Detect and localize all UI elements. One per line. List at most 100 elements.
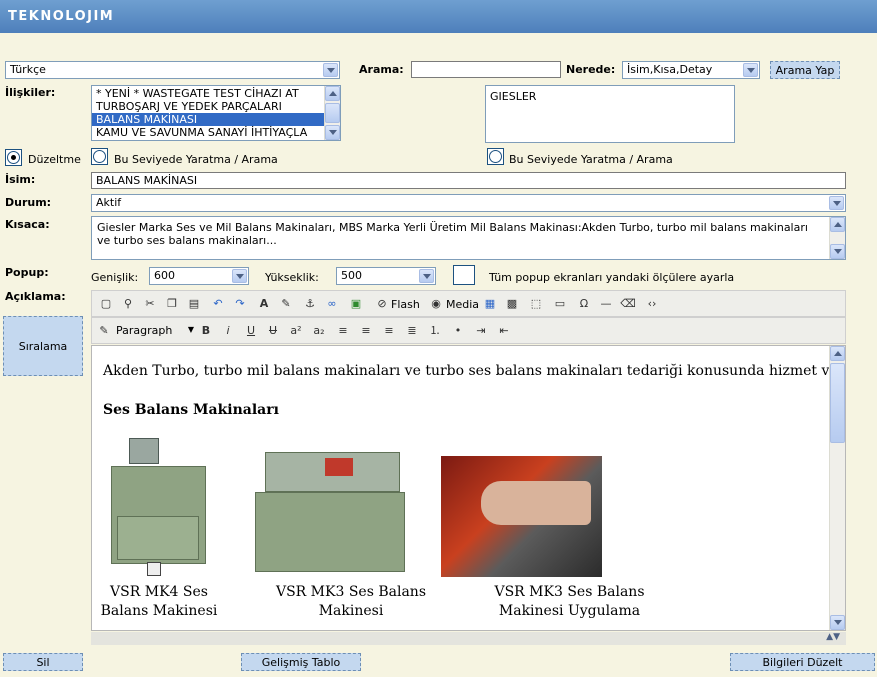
undo-icon[interactable]: ↶ — [210, 296, 226, 312]
code-icon[interactable]: ‹› — [644, 296, 660, 312]
popup-height-select[interactable]: 500 — [336, 267, 436, 285]
scroll-down-icon[interactable] — [325, 125, 340, 140]
list-item[interactable]: * YENİ * WASTEGATE TEST CİHAZI AT — [92, 87, 340, 100]
machine-image-mk3[interactable] — [255, 452, 405, 577]
language-select[interactable]: Türkçe — [5, 61, 340, 79]
source-icon[interactable]: ▢ — [98, 296, 114, 312]
chevron-down-icon[interactable] — [323, 63, 338, 77]
radio-icon[interactable] — [93, 150, 106, 163]
relations-listbox[interactable]: * YENİ * WASTEGATE TEST CİHAZI AT TURBOŞ… — [91, 85, 341, 141]
edit-icon[interactable]: ✎ — [96, 323, 112, 339]
table-props-icon[interactable]: ▩ — [504, 296, 520, 312]
subscript-icon[interactable]: a₂ — [311, 323, 327, 339]
save-info-button[interactable]: Bilgileri Düzelt — [730, 653, 875, 671]
highlight-icon[interactable]: ✎ — [278, 296, 294, 312]
scroll-thumb[interactable] — [830, 363, 845, 443]
strikethrough-icon[interactable]: U — [265, 323, 281, 339]
special-char-icon[interactable]: Ω — [576, 296, 592, 312]
outdent-icon[interactable]: ⇤ — [496, 323, 512, 339]
duzeltme-radio-frame[interactable] — [5, 149, 22, 166]
related-items-box[interactable]: GIESLER — [485, 85, 735, 143]
align-right-icon[interactable]: ≡ — [381, 323, 397, 339]
scroll-down-icon[interactable] — [830, 244, 845, 259]
scroll-up-icon[interactable] — [830, 217, 845, 232]
status-select[interactable]: Aktif — [91, 194, 846, 212]
redo-icon[interactable]: ↷ — [232, 296, 248, 312]
scroll-down-icon[interactable] — [830, 615, 845, 630]
name-field[interactable]: BALANS MAKİNASI — [91, 172, 846, 189]
delete-button[interactable]: Sil — [3, 653, 83, 671]
numbered-list-icon[interactable]: ⒈ — [427, 323, 443, 339]
anchor-icon[interactable]: ⚓ — [302, 296, 318, 312]
resize-icon[interactable]: ▲▼ — [826, 632, 840, 642]
caption-mk3-application[interactable]: VSR MK3 Ses Balans Makinesi Uygulama — [462, 583, 677, 621]
image-icon[interactable]: ▣ — [348, 296, 364, 312]
popup-all-checkbox[interactable] — [453, 265, 475, 285]
find-icon[interactable]: ⚲ — [120, 296, 136, 312]
relations-scrollbar[interactable] — [324, 86, 340, 140]
chevron-down-icon[interactable]: ▼ — [188, 325, 194, 334]
summary-text[interactable]: Giesler Marka Ses ve Mil Balans Makinala… — [92, 217, 845, 247]
superscript-icon[interactable]: a² — [288, 323, 304, 339]
rich-text-editor[interactable]: Akden Turbo, turbo mil balans makinaları… — [91, 345, 846, 631]
machine-image-mk4[interactable] — [107, 438, 207, 578]
create-here-radio-right[interactable] — [487, 148, 504, 165]
radio-selected-icon[interactable] — [7, 151, 20, 164]
machine-application-photo[interactable] — [441, 456, 602, 577]
create-here-radio-left[interactable] — [91, 148, 108, 165]
caption-mk3[interactable]: VSR MK3 Ses Balans Makinesi — [272, 583, 430, 621]
align-justify-icon[interactable]: ≣ — [404, 323, 420, 339]
advanced-table-button[interactable]: Gelişmiş Tablo — [241, 653, 361, 671]
editor-heading[interactable]: Ses Balans Makinaları — [103, 402, 279, 418]
editor-scrollbar[interactable] — [829, 346, 845, 630]
scroll-thumb[interactable] — [325, 103, 340, 123]
flash-icon[interactable]: ⊘ — [374, 296, 390, 312]
search-scope-select[interactable]: İsim,Kısa,Detay — [622, 61, 760, 79]
related-item[interactable]: GIESLER — [490, 90, 730, 103]
chevron-down-icon[interactable] — [743, 63, 758, 77]
popup-width-select[interactable]: 600 — [149, 267, 249, 285]
table-icon[interactable]: ▦ — [482, 296, 498, 312]
underline-icon[interactable]: U — [243, 323, 259, 339]
radio-icon[interactable] — [489, 150, 502, 163]
visual-aid-icon[interactable]: ⬚ — [528, 296, 544, 312]
paste-icon[interactable]: ▤ — [186, 296, 202, 312]
search-button[interactable]: Arama Yap — [770, 61, 840, 79]
copy-icon[interactable]: ❐ — [164, 296, 180, 312]
media-label[interactable]: Media — [446, 298, 479, 311]
chevron-down-icon[interactable] — [232, 269, 247, 283]
align-left-icon[interactable]: ≡ — [335, 323, 351, 339]
top-header-bar — [0, 0, 877, 33]
summary-scrollbar[interactable] — [829, 217, 845, 259]
chevron-down-icon[interactable] — [829, 196, 844, 210]
sort-button[interactable]: Sıralama — [3, 316, 83, 376]
isim-label: İsim: — [5, 173, 36, 186]
template-icon[interactable]: ▭ — [552, 296, 568, 312]
scroll-up-icon[interactable] — [830, 346, 845, 361]
list-item[interactable]: TURBOŞARJ VE YEDEK PARÇALARI — [92, 100, 340, 113]
media-icon[interactable]: ◉ — [428, 296, 444, 312]
text-color-icon[interactable]: A — [256, 296, 272, 312]
list-item[interactable]: KAMU VE SAVUNMA SANAYİ İHTİYAÇLA — [92, 126, 340, 139]
link-icon[interactable]: ∞ — [324, 296, 340, 312]
align-center-icon[interactable]: ≡ — [358, 323, 374, 339]
popup-width-value: 600 — [154, 269, 175, 282]
horizontal-rule-icon[interactable]: — — [598, 296, 614, 312]
bold-icon[interactable]: B — [198, 323, 214, 339]
paragraph-select[interactable]: Paragraph ▼ — [116, 322, 194, 340]
caption-mk4[interactable]: VSR MK4 Ses Balans Makinesi — [100, 583, 218, 621]
eraser-icon[interactable]: ⌫ — [620, 296, 636, 312]
summary-textarea[interactable]: Giesler Marka Ses ve Mil Balans Makinala… — [91, 216, 846, 260]
editor-intro-text[interactable]: Akden Turbo, turbo mil balans makinaları… — [103, 363, 845, 379]
scroll-up-icon[interactable] — [325, 86, 340, 101]
chevron-down-icon[interactable] — [419, 269, 434, 283]
popup-all-label: Tüm popup ekranları yandaki ölçülere aya… — [489, 271, 735, 284]
search-input[interactable] — [411, 61, 561, 78]
italic-icon[interactable]: i — [220, 323, 236, 339]
cut-icon[interactable]: ✂ — [142, 296, 158, 312]
editor-resize-bar[interactable]: ▲▼ — [91, 632, 846, 645]
indent-icon[interactable]: ⇥ — [473, 323, 489, 339]
flash-label[interactable]: Flash — [391, 298, 420, 311]
list-item-selected[interactable]: BALANS MAKİNASI — [92, 113, 340, 126]
bullet-list-icon[interactable]: • — [450, 323, 466, 339]
